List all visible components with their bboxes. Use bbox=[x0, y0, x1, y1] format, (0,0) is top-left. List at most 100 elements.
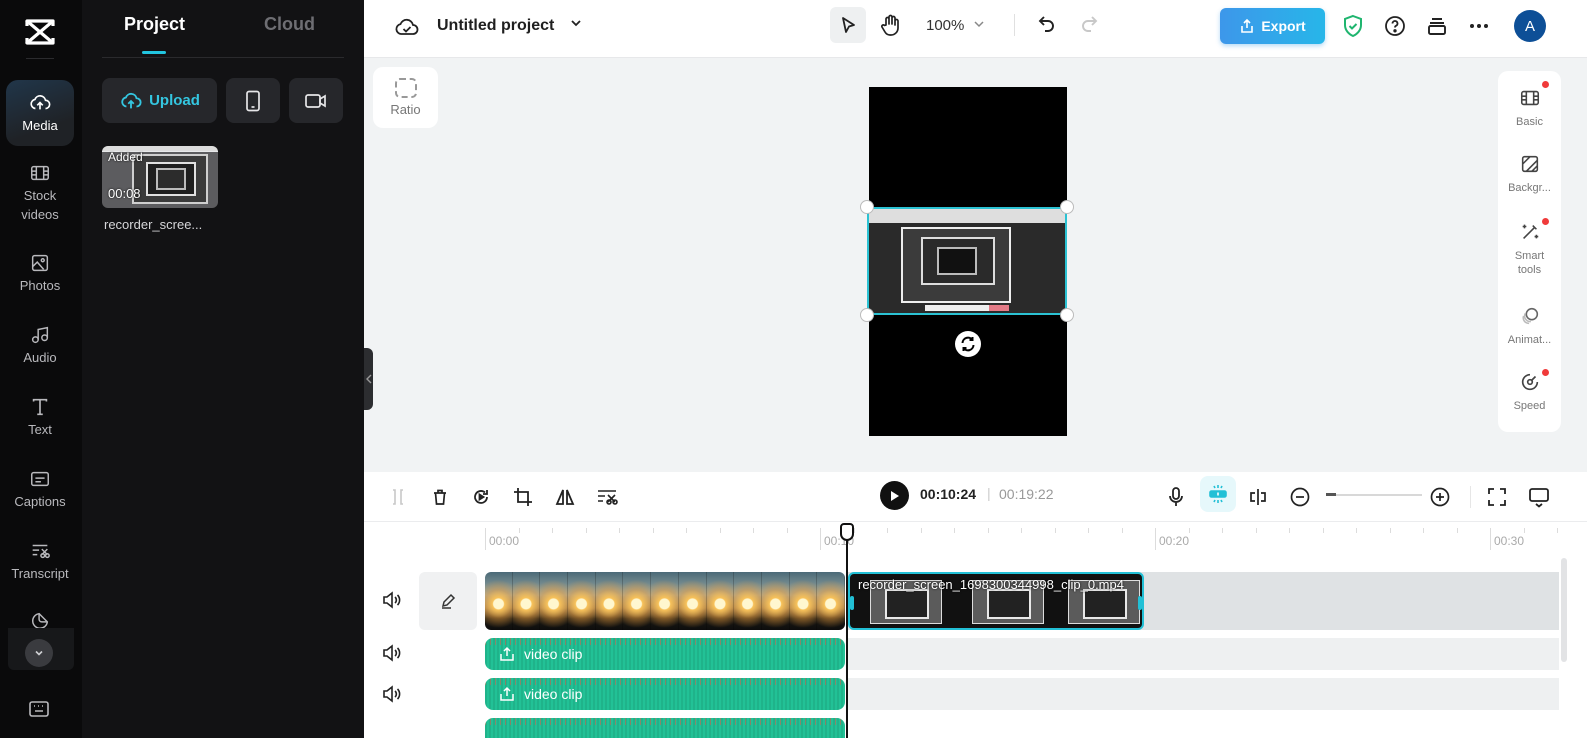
cloud-sync-icon[interactable] bbox=[394, 15, 420, 44]
auto-snap-toggle[interactable] bbox=[1200, 476, 1236, 512]
upload-from-phone-button[interactable] bbox=[226, 78, 280, 123]
rail-item-audio[interactable]: Audio bbox=[6, 324, 74, 367]
rail-item-stock-videos[interactable]: Stock videos bbox=[6, 162, 74, 224]
rail-item-transcript[interactable]: Transcript bbox=[6, 540, 74, 583]
track-mute-button[interactable] bbox=[382, 591, 402, 614]
selected-clip-preview[interactable] bbox=[867, 207, 1067, 315]
record-video-button[interactable] bbox=[289, 78, 343, 123]
audio-waveform bbox=[485, 718, 845, 725]
speaker-icon bbox=[383, 685, 401, 703]
select-tool-button[interactable] bbox=[830, 7, 866, 43]
audio-clip[interactable]: video clip bbox=[485, 678, 845, 710]
media-item-thumbnail[interactable]: Added 00:08 bbox=[102, 146, 218, 208]
layers-button[interactable] bbox=[1425, 14, 1449, 38]
monitor-icon bbox=[1529, 488, 1549, 508]
help-button[interactable] bbox=[1383, 14, 1407, 38]
zoom-level[interactable]: 100% bbox=[926, 17, 964, 34]
crop-button[interactable] bbox=[511, 485, 535, 509]
rail-label: Text bbox=[28, 422, 52, 437]
rotate-handle[interactable] bbox=[955, 331, 981, 357]
keyboard-shortcuts-button[interactable] bbox=[27, 698, 51, 725]
playhead-handle[interactable] bbox=[840, 523, 854, 541]
resize-handle-top-right[interactable] bbox=[1060, 200, 1074, 214]
fit-timeline-button[interactable] bbox=[1485, 485, 1509, 509]
rail-item-text[interactable]: Text bbox=[6, 396, 74, 439]
video-clip-recorder-screen[interactable]: recorder_screen_1698300344998_clip_0.mp4 bbox=[848, 572, 1144, 630]
track-mute-button[interactable] bbox=[382, 685, 402, 708]
ruler-minor-tick bbox=[585, 528, 587, 533]
delete-button[interactable] bbox=[428, 485, 452, 509]
audio-clip[interactable] bbox=[485, 718, 845, 738]
export-button[interactable]: Export bbox=[1220, 8, 1325, 44]
speaker-icon bbox=[383, 591, 401, 609]
left-nav-rail: Media Stock videos Photos Audio Text Cap… bbox=[0, 0, 82, 738]
timeline-vertical-scrollbar[interactable] bbox=[1561, 558, 1567, 662]
track-mute-button[interactable] bbox=[382, 644, 402, 667]
tab-project[interactable]: Project bbox=[124, 14, 185, 35]
ratio-button[interactable]: Ratio bbox=[373, 67, 438, 128]
collapse-panel-handle[interactable] bbox=[364, 348, 373, 410]
play-button[interactable] bbox=[880, 481, 909, 510]
user-avatar[interactable]: A bbox=[1514, 10, 1546, 42]
tab-cloud[interactable]: Cloud bbox=[264, 14, 315, 35]
resize-handle-bottom-left[interactable] bbox=[860, 308, 874, 322]
more-horizontal-icon bbox=[1470, 24, 1488, 28]
mirror-button[interactable] bbox=[553, 485, 577, 509]
rail-item-media[interactable]: Media bbox=[6, 80, 74, 146]
rotate-icon bbox=[961, 336, 975, 352]
split-button[interactable] bbox=[386, 485, 410, 509]
replay-icon bbox=[474, 490, 488, 504]
rail-label: Stock videos bbox=[21, 188, 59, 222]
more-options-button[interactable] bbox=[1467, 14, 1491, 38]
zoom-in-button[interactable] bbox=[1428, 485, 1452, 509]
rail-label: Photos bbox=[19, 278, 61, 293]
timeline-toolbar: 00:10:24 | 00:19:22 bbox=[364, 472, 1587, 522]
notification-dot bbox=[1542, 369, 1549, 376]
project-menu-chevron-icon[interactable] bbox=[569, 16, 583, 35]
undo-button[interactable] bbox=[1036, 13, 1058, 42]
split-align-button[interactable] bbox=[1246, 485, 1270, 509]
video-clip-sunset[interactable] bbox=[485, 572, 845, 630]
added-badge: Added bbox=[108, 150, 143, 164]
timeline-zoom-slider[interactable] bbox=[1326, 494, 1422, 496]
zoom-out-button[interactable] bbox=[1288, 485, 1312, 509]
playhead[interactable] bbox=[846, 540, 848, 738]
prop-basic[interactable]: Basic bbox=[1498, 87, 1561, 129]
crop-icon bbox=[514, 488, 532, 506]
properties-rail: Basic Backgr... Smart tools Animat... Sp… bbox=[1498, 71, 1561, 432]
clip-trim-handle-left[interactable] bbox=[850, 596, 854, 610]
prop-smart-tools[interactable]: Smart tools bbox=[1498, 221, 1561, 277]
ruler-minor-tick bbox=[1423, 528, 1424, 533]
expand-rail-button[interactable] bbox=[25, 639, 53, 667]
resize-handle-top-left[interactable] bbox=[860, 200, 874, 214]
edit-cover-button[interactable] bbox=[419, 572, 477, 630]
hand-icon bbox=[881, 14, 899, 36]
upload-button[interactable]: Upload bbox=[102, 78, 217, 123]
ruler-major-tick bbox=[1490, 528, 1491, 550]
prop-animation[interactable]: Animat... bbox=[1498, 305, 1561, 347]
ruler-minor-tick bbox=[1356, 528, 1357, 533]
rail-item-captions[interactable]: Captions bbox=[6, 468, 74, 511]
rail-item-photos[interactable]: Photos bbox=[6, 252, 74, 295]
audio-clip[interactable]: video clip bbox=[485, 638, 845, 670]
ruler-minor-tick bbox=[1121, 528, 1123, 533]
film-icon bbox=[31, 165, 49, 181]
prop-speed[interactable]: Speed bbox=[1498, 371, 1561, 413]
prop-background[interactable]: Backgr... bbox=[1498, 153, 1561, 195]
resize-handle-bottom-right[interactable] bbox=[1060, 308, 1074, 322]
ruler-minor-tick bbox=[1054, 528, 1056, 533]
transcript-edit-button[interactable] bbox=[595, 485, 619, 509]
project-title[interactable]: Untitled project bbox=[437, 17, 554, 35]
zoom-in-icon bbox=[1430, 487, 1450, 507]
clip-trim-handle-right[interactable] bbox=[1138, 596, 1142, 610]
redo-button[interactable] bbox=[1078, 13, 1100, 42]
security-shield-button[interactable] bbox=[1341, 14, 1365, 38]
record-voiceover-button[interactable] bbox=[1164, 485, 1188, 509]
ruler-major-tick bbox=[1155, 528, 1156, 550]
capcut-logo-icon[interactable] bbox=[22, 14, 58, 50]
timeline-ruler[interactable]: 00:00 00:10 00:20 00:30 bbox=[364, 522, 1587, 558]
preview-display-button[interactable] bbox=[1527, 485, 1551, 509]
freeze-frame-button[interactable] bbox=[469, 485, 493, 509]
hand-tool-button[interactable] bbox=[876, 9, 906, 41]
zoom-chevron-icon[interactable] bbox=[972, 17, 986, 36]
